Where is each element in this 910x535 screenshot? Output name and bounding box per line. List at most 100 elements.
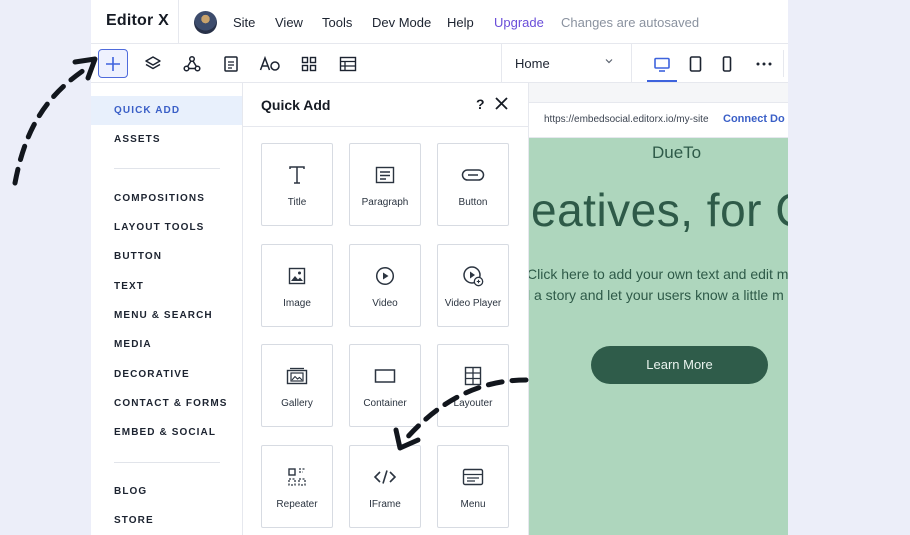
site-brand-name[interactable]: DueTo [652, 143, 701, 163]
category-decorative[interactable]: DECORATIVE [91, 360, 242, 389]
add-video-tile[interactable]: Video [349, 244, 421, 327]
data-table-button[interactable] [333, 49, 363, 78]
add-container-tile[interactable]: Container [349, 344, 421, 427]
category-media[interactable]: MEDIA [91, 330, 242, 359]
autosave-status: Changes are autosaved [561, 15, 700, 30]
avatar[interactable] [194, 11, 217, 34]
upgrade-link[interactable]: Upgrade [494, 15, 544, 30]
add-repeater-tile[interactable]: Repeater [261, 445, 333, 528]
mobile-icon [722, 56, 732, 72]
desktop-view-button[interactable] [647, 49, 677, 79]
menu-view[interactable]: View [275, 15, 303, 30]
desktop-icon [654, 57, 670, 72]
add-panel-categories: QUICK ADD ASSETS COMPOSITIONS LAYOUT TOO… [91, 83, 243, 535]
apps-icon [301, 56, 317, 71]
tile-label: IFrame [369, 499, 401, 510]
add-menu-tile[interactable]: Menu [437, 445, 509, 528]
connect-domain-link[interactable]: Connect Do [723, 113, 785, 125]
tablet-icon [689, 56, 701, 72]
chevron-down-icon [605, 59, 613, 64]
theme-icon [259, 55, 280, 71]
category-layout-tools[interactable]: LAYOUT TOOLS [91, 213, 242, 242]
close-icon[interactable] [494, 96, 509, 111]
menu-site[interactable]: Site [233, 15, 255, 30]
category-compositions[interactable]: COMPOSITIONS [91, 184, 242, 213]
menu-dev-mode[interactable]: Dev Mode [372, 15, 431, 30]
add-iframe-tile[interactable]: IFrame [349, 445, 421, 528]
category-quick-add[interactable]: QUICK ADD [91, 96, 242, 125]
category-divider [114, 462, 220, 463]
button-icon [461, 169, 485, 181]
category-store[interactable]: STORE [91, 506, 242, 535]
add-gallery-tile[interactable]: Gallery [261, 344, 333, 427]
add-title-tile[interactable]: Title [261, 143, 333, 226]
category-text[interactable]: TEXT [91, 272, 242, 301]
category-blog[interactable]: BLOG [91, 477, 242, 506]
editor-logo[interactable]: Editor X [106, 12, 169, 30]
video-icon [375, 266, 395, 286]
tile-label: Repeater [276, 499, 318, 510]
layers-icon [145, 55, 161, 69]
site-headline[interactable]: eatives, for C [531, 183, 788, 237]
site-paragraph-line[interactable]: Click here to add your own text and edit… [529, 266, 788, 282]
add-button-tile[interactable]: Button [437, 143, 509, 226]
category-menu-search[interactable]: MENU & SEARCH [91, 301, 242, 330]
table-icon [339, 56, 357, 71]
menu-help[interactable]: Help [447, 15, 474, 30]
site-paragraph-line[interactable]: l a story and let your users know a litt… [529, 287, 784, 303]
tile-label: Container [363, 398, 407, 409]
tile-label: Title [287, 197, 307, 208]
pages-button[interactable] [216, 49, 246, 78]
category-embed-social[interactable]: EMBED & SOCIAL [91, 418, 242, 447]
tile-label: Button [458, 197, 488, 208]
tile-label: Image [283, 298, 311, 309]
category-contact-forms[interactable]: CONTACT & FORMS [91, 389, 242, 418]
tile-label: Video [372, 298, 398, 309]
repeater-icon [288, 468, 306, 486]
add-image-tile[interactable]: Image [261, 244, 333, 327]
mobile-view-button[interactable] [712, 49, 742, 79]
add-layouter-tile[interactable]: Layouter [437, 344, 509, 427]
tile-label: Paragraph [361, 197, 409, 208]
connect-icon [183, 55, 201, 72]
site-url-bar: https://embedsocial.editorx.io/my-site C… [529, 102, 788, 138]
site-preview[interactable]: DueTo eatives, for C Click here to add y… [529, 138, 788, 535]
tile-label: Gallery [281, 398, 313, 409]
tile-label: Menu [460, 499, 486, 510]
category-divider [114, 168, 220, 169]
logo-divider [178, 0, 179, 44]
add-video-player-tile[interactable]: Video Player [437, 244, 509, 327]
more-options-button[interactable] [749, 49, 779, 79]
paragraph-icon [375, 166, 395, 184]
quick-add-panel: Quick Add ? Title Paragraph Button Image… [243, 83, 529, 535]
gallery-icon [286, 367, 308, 385]
title-icon [289, 166, 305, 184]
editor-window: Editor X Site View Tools Dev Mode Help U… [91, 0, 788, 535]
theme-button[interactable] [255, 49, 285, 78]
help-button[interactable]: ? [476, 96, 485, 112]
category-assets[interactable]: ASSETS [91, 125, 242, 154]
site-url: https://embedsocial.editorx.io/my-site [544, 114, 709, 125]
layers-button[interactable] [138, 49, 168, 78]
editor-toolbar: Home [91, 44, 788, 83]
apps-button[interactable] [294, 49, 324, 78]
container-icon [374, 369, 396, 383]
quick-add-header: Quick Add ? [243, 83, 529, 127]
more-icon [756, 62, 772, 66]
menu-icon [462, 468, 484, 486]
add-elements-button[interactable] [98, 49, 128, 78]
toolbar-divider [783, 50, 784, 77]
add-icon [106, 56, 120, 71]
editor-canvas[interactable]: https://embedsocial.editorx.io/my-site C… [529, 83, 788, 535]
tablet-view-button[interactable] [680, 49, 710, 79]
add-paragraph-tile[interactable]: Paragraph [349, 143, 421, 226]
layouter-icon [464, 366, 482, 386]
iframe-icon [373, 470, 397, 484]
quick-add-title: Quick Add [261, 97, 331, 113]
page-selector[interactable]: Home [501, 44, 632, 83]
menu-tools[interactable]: Tools [322, 15, 352, 30]
learn-more-button[interactable]: Learn More [591, 346, 768, 384]
category-button[interactable]: BUTTON [91, 242, 242, 271]
connect-button[interactable] [177, 49, 207, 78]
page-icon [224, 55, 238, 72]
